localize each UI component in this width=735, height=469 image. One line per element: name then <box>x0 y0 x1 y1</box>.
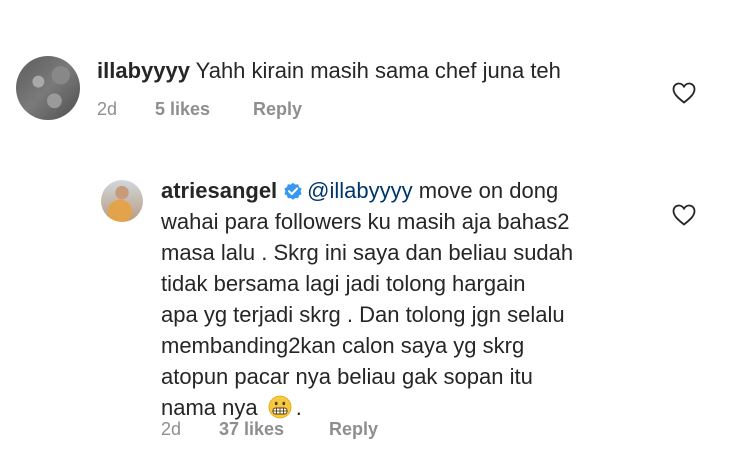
comment-text-line: masa lalu . Skrg ini saya dan beliau sud… <box>161 240 574 265</box>
heart-outline-icon[interactable] <box>672 204 696 231</box>
comment-body-line-1: atriesangel @illabyyyy move on dong <box>161 175 558 209</box>
comment-text: . <box>295 395 302 420</box>
comment-timestamp[interactable]: 2d <box>97 99 117 120</box>
comment-text: nama nya <box>161 395 258 420</box>
comment-username[interactable]: illabyyyy <box>97 58 190 83</box>
verified-badge-icon <box>283 178 303 209</box>
reply-button[interactable]: Reply <box>329 419 378 440</box>
comment-likes[interactable]: 5 likes <box>155 99 210 120</box>
comment-text-line: wahai para followers ku masih aja bahas2 <box>161 209 570 234</box>
comment-likes[interactable]: 37 likes <box>219 419 284 440</box>
comment-text-line: membanding2kan calon saya yg skrg <box>161 333 525 358</box>
comment-body: illabyyyy Yahh kirain masih sama chef ju… <box>97 55 561 86</box>
mention-link[interactable]: @illabyyyy <box>307 178 412 203</box>
reply-button[interactable]: Reply <box>253 99 302 120</box>
comment-text: Yahh kirain masih sama chef juna teh <box>195 58 561 83</box>
comment-timestamp[interactable]: 2d <box>161 419 181 440</box>
comment-username[interactable]: atriesangel <box>161 178 277 203</box>
comment-text-line: atopun pacar nya beliau gak sopan itu <box>161 364 533 389</box>
comment-text-line: apa yg terjadi skrg . Dan tolong jgn sel… <box>161 302 565 327</box>
avatar[interactable] <box>16 56 80 120</box>
heart-outline-icon[interactable] <box>672 82 696 109</box>
avatar[interactable] <box>101 180 143 222</box>
comment-text: move on dong <box>418 178 559 203</box>
comment-text-line: tidak bersama lagi jadi tolong hargain <box>161 271 526 296</box>
